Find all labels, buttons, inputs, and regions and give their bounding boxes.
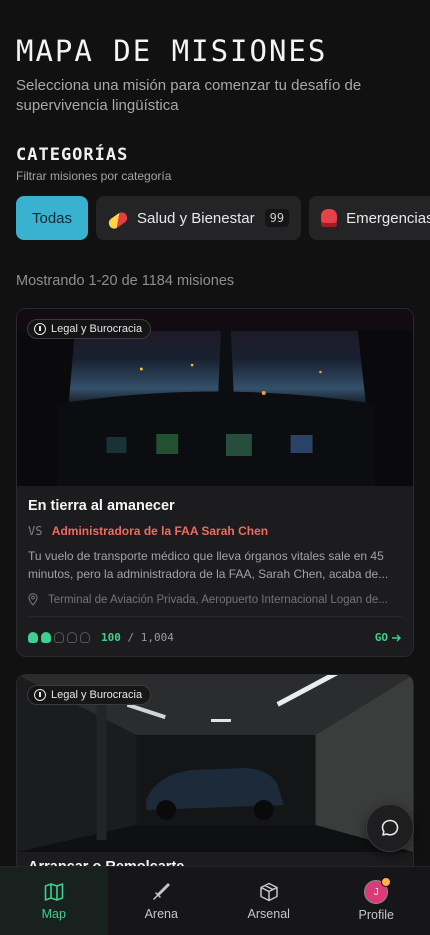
mission-card[interactable]: Legal y Burocracia [16, 674, 414, 874]
category-tag: Legal y Burocracia [27, 319, 152, 339]
chip-label: Todas [32, 209, 73, 227]
category-chip-todas[interactable]: Todas [16, 196, 89, 240]
nav-label: Arena [144, 907, 178, 921]
xp-separator: / [127, 631, 135, 644]
go-label: GO [374, 631, 388, 644]
map-icon [44, 883, 64, 901]
mission-title: En tierra al amanecer [28, 498, 175, 514]
info-icon [34, 323, 46, 335]
nav-item-map[interactable]: Map [0, 867, 108, 935]
xp-current: 100 [101, 631, 121, 644]
page-subtitle: Selecciona una misión para comenzar tu d… [16, 77, 362, 114]
arrow-right-icon [392, 634, 401, 641]
difficulty-skull-icon [28, 632, 38, 643]
opponent-row: VS Administradora de la FAA Sarah Chen [28, 524, 402, 538]
chip-label: Salud y Bienestar [137, 209, 255, 227]
info-icon [34, 689, 46, 701]
mission-card[interactable]: Legal y Burocracia En tierra al amanecer… [16, 308, 414, 657]
chat-bubble-icon [381, 819, 399, 836]
nav-item-arsenal[interactable]: Arsenal [215, 867, 323, 935]
mission-location: Terminal de Aviación Privada, Aeropuerto… [28, 593, 402, 617]
categories-title: CATEGORÍAS [16, 145, 129, 165]
category-tag-label: Legal y Burocracia [51, 689, 143, 701]
difficulty-skull-icon [80, 632, 90, 643]
mission-description: Tu vuelo de transporte médico que lleva … [28, 549, 389, 581]
siren-icon [321, 209, 338, 227]
avatar: J [364, 877, 392, 904]
nav-label: Arsenal [247, 907, 290, 921]
go-button[interactable]: GO [375, 631, 402, 644]
categories-subtitle: Filtrar misiones por categoría [16, 169, 172, 183]
nav-item-profile[interactable]: J Profile [323, 867, 430, 935]
chip-count-badge: 99 [264, 209, 290, 227]
page-title: MAPA DE MISIONES [16, 34, 328, 68]
nav-item-arena[interactable]: Arena [108, 867, 216, 935]
opponent-name: Administradora de la FAA Sarah Chen [51, 524, 269, 538]
map-pin-icon [28, 593, 38, 606]
sword-icon [153, 883, 170, 900]
difficulty-skull-icon [67, 632, 77, 643]
xp-progress: 100 / 1,004 [101, 631, 174, 644]
mission-map-page: MAPA DE MISIONES Selecciona una misión p… [0, 0, 430, 935]
nav-label: Profile [358, 908, 394, 922]
category-tag: Legal y Burocracia [27, 685, 152, 705]
results-count: Mostrando 1-20 de 1184 misiones [16, 273, 235, 289]
mission-hero-image: Legal y Burocracia [17, 675, 413, 852]
nav-label: Map [41, 907, 66, 921]
chat-button[interactable] [366, 804, 414, 852]
category-chip-salud[interactable]: Salud y Bienestar 99 [96, 196, 302, 240]
pill-icon [106, 209, 130, 231]
difficulty-skull-icon [41, 632, 51, 643]
mission-hero-image: Legal y Burocracia [17, 309, 413, 486]
difficulty-skull-icon [54, 632, 64, 643]
category-tag-label: Legal y Burocracia [51, 323, 143, 335]
avatar-letter: J [373, 886, 379, 898]
avatar-status-badge [381, 877, 392, 887]
location-text: Terminal de Aviación Privada, Aeropuerto… [48, 593, 388, 606]
xp-total: 1,004 [140, 631, 174, 644]
bottom-navigation: Map Arena Arsenal J Profile [0, 866, 430, 935]
category-filter-bar: Todas Salud y Bienestar 99 Emergencias [16, 196, 430, 240]
vs-label: VS [28, 524, 43, 538]
chip-label: Emergencias [346, 209, 430, 227]
mission-stats: 100 / 1,004 GO [28, 631, 402, 644]
box-icon [260, 882, 278, 902]
category-chip-emergencias[interactable]: Emergencias [309, 196, 430, 240]
